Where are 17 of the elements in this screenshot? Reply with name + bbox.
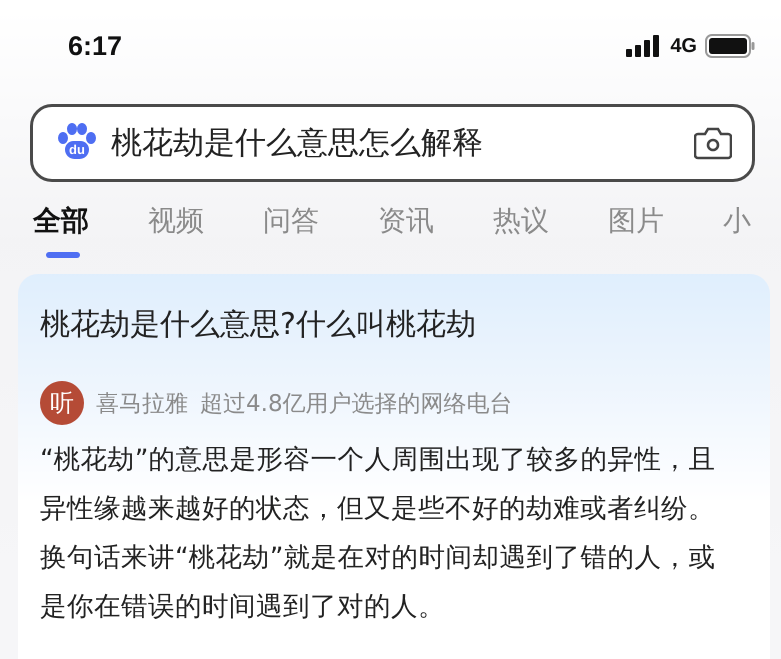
category-tab[interactable]: 视频 [148, 202, 263, 258]
category-tab[interactable]: 图片 [608, 202, 723, 258]
network-type: 4G [670, 34, 697, 58]
source-name: 喜马拉雅 [96, 390, 188, 418]
battery-icon [705, 34, 755, 58]
search-field[interactable]: du 桃花劫是什么意思怎么解释 [30, 104, 755, 182]
camera-icon[interactable] [694, 126, 732, 160]
category-tab[interactable]: 热议 [493, 202, 608, 258]
category-tab[interactable]: 问答 [263, 202, 378, 258]
status-time: 6:17 [68, 30, 122, 62]
category-tab[interactable]: 资讯 [378, 202, 493, 258]
source-tagline: 超过4.8亿用户选择的网络电台 [200, 390, 513, 418]
category-tab[interactable]: 小 [723, 202, 781, 258]
result-snippet: “桃花劫”的意思是形容一个人周围出现了较多的异性，且异性缘越来越好的状态，但又是些不好的劫难或者纠纷。换句话来讲“桃花劫”就是在对的时间却遇到了错的人，或是你在错误的时间遇到了对的人。 [40, 443, 716, 624]
category-tab[interactable]: 全部 [33, 202, 148, 258]
source-logo: 听 [40, 381, 84, 425]
result-title[interactable]: 桃花劫是什么意思?什么叫桃花劫 [40, 304, 748, 345]
